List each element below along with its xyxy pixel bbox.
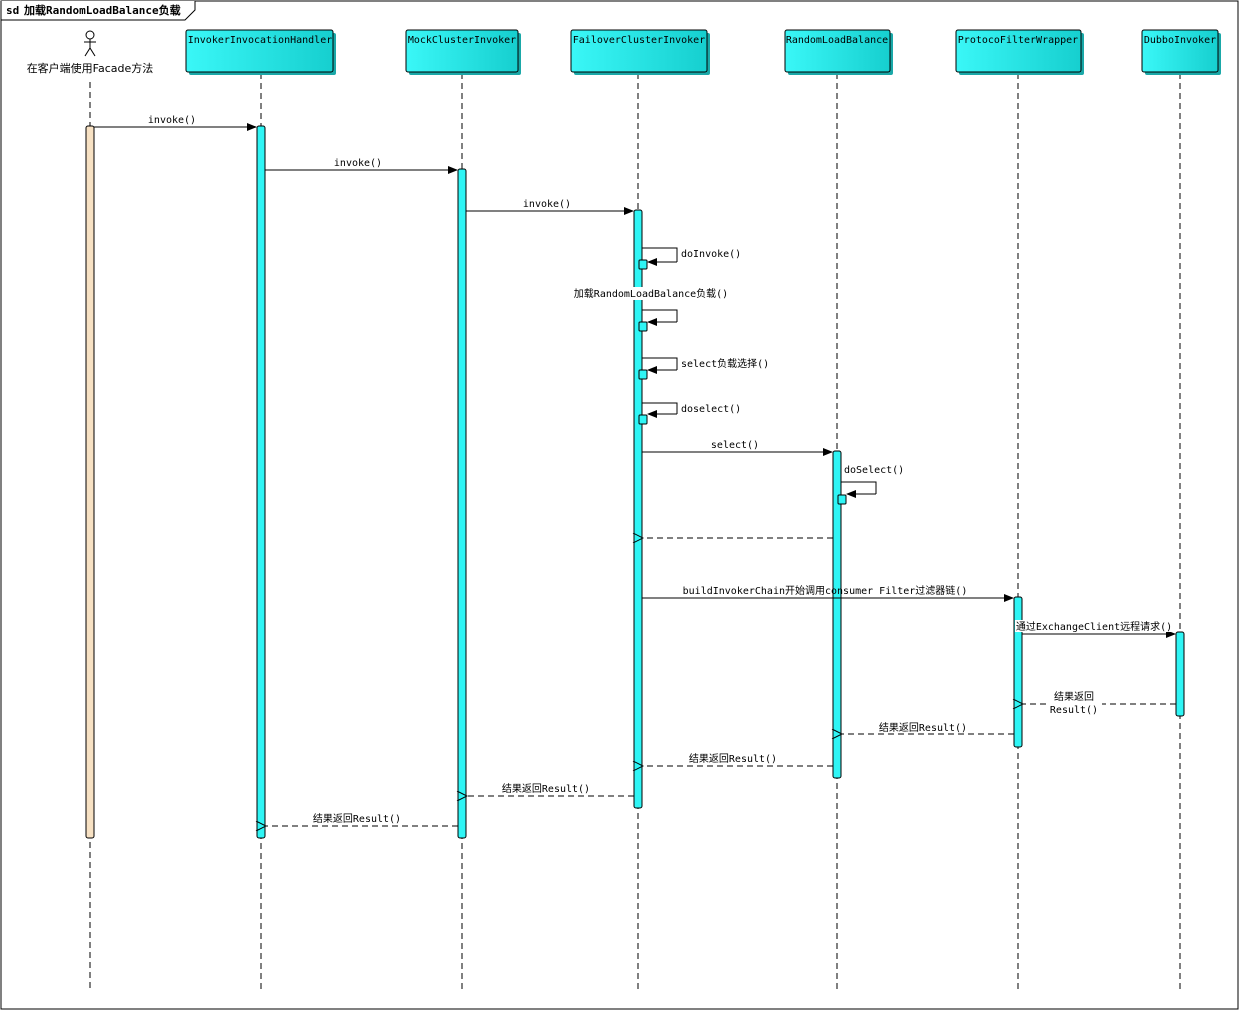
message-label: 结果返回Result() [879, 721, 967, 734]
message-return-dubbo: 结果返回 Result() [1023, 690, 1176, 716]
message-select: select() [642, 440, 833, 456]
participant-mock: MockClusterInvoker [405, 29, 521, 75]
message-self-doselect-rlb: doSelect() [837, 465, 904, 505]
frame-keyword: sd [6, 4, 19, 17]
message-label: invoke() [334, 158, 382, 169]
participant-label: InvokerInvocationHandler [188, 35, 333, 46]
message-label: doselect() [681, 404, 741, 415]
message-label: buildInvokerChain开始调用consumer Filter过滤器链… [683, 584, 968, 597]
message-label: invoke() [148, 115, 196, 126]
message-label: invoke() [523, 199, 571, 210]
participant-dubbo: DubboInvoker [1141, 29, 1221, 75]
message-self-doinvoke: doInvoke() [638, 247, 741, 270]
actor-icon [84, 30, 96, 57]
message-invoke-2: invoke() [265, 158, 458, 174]
message-build-invoker-chain: buildInvokerChain开始调用consumer Filter过滤器链… [642, 584, 1014, 602]
message-exchange-request: 通过ExchangeClient远程请求() [1015, 620, 1176, 638]
participant-ih: InvokerInvocationHandler [185, 29, 336, 75]
message-label: 通过ExchangeClient远程请求() [1016, 620, 1172, 633]
frame-title: 加载RandomLoadBalance负载 [23, 3, 181, 17]
message-return-failover: 结果返回Result() [467, 782, 634, 796]
participant-label: ProtocoFilterWrapper [958, 35, 1078, 46]
sequence-diagram-frame: sd 加载RandomLoadBalance负载 在客户端使用Facade方法 [0, 0, 1240, 1011]
participant-rlb: RandomLoadBalance [784, 29, 893, 75]
message-label-line-2: Result() [1050, 705, 1098, 716]
message-self-load-rlb: 加载RandomLoadBalance负载() [573, 287, 729, 332]
message-self-doselect: doselect() [638, 402, 741, 425]
message-label: 结果返回Result() [502, 782, 590, 795]
participant-label: FailoverClusterInvoker [573, 35, 705, 46]
activation-dubbo [1175, 631, 1185, 717]
actor-label: 在客户端使用Facade方法 [27, 61, 154, 75]
message-label: doInvoke() [681, 249, 741, 260]
activation-mock [457, 168, 467, 839]
message-label-line-1: 结果返回 [1054, 690, 1094, 703]
activation-ih [256, 125, 266, 839]
message-invoke-1: invoke() [94, 115, 257, 131]
message-label: select负载选择() [681, 357, 769, 370]
participant-label: DubboInvoker [1144, 35, 1216, 46]
message-label: 加载RandomLoadBalance负载() [574, 287, 728, 300]
participant-pfw: ProtocoFilterWrapper [955, 29, 1084, 75]
message-return-rlb: 结果返回Result() [643, 752, 833, 766]
participant-failover: FailoverClusterInvoker [570, 29, 710, 75]
activation-client [85, 125, 95, 839]
actor-client: 在客户端使用Facade方法 [27, 30, 154, 75]
participant-label: MockClusterInvoker [408, 35, 516, 46]
activation-pfw [1013, 596, 1023, 748]
message-return-mock: 结果返回Result() [266, 812, 458, 826]
participant-label: RandomLoadBalance [786, 35, 888, 46]
message-invoke-3: invoke() [466, 199, 634, 215]
message-label: 结果返回Result() [689, 752, 777, 765]
message-return-pfw: 结果返回Result() [842, 721, 1014, 734]
activation-bars [85, 125, 1185, 839]
sequence-diagram-canvas: sd 加载RandomLoadBalance负载 在客户端使用Facade方法 [0, 0, 1239, 1010]
message-self-select-lb: select负载选择() [638, 357, 769, 380]
message-label: 结果返回Result() [313, 812, 401, 825]
message-label: select() [711, 440, 759, 451]
frame-border [0, 0, 1239, 1010]
message-label: doSelect() [844, 465, 904, 476]
participant-boxes: InvokerInvocationHandler MockClusterInvo… [185, 29, 1221, 75]
